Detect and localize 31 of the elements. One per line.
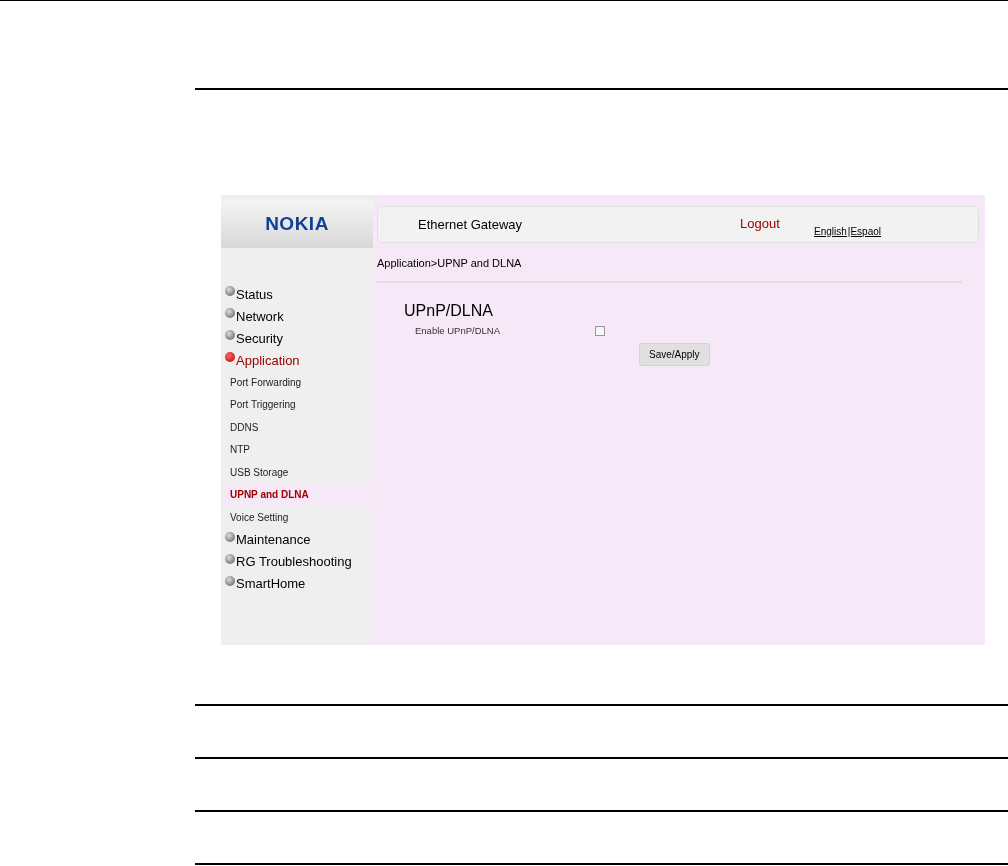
bullet-icon [225, 286, 235, 296]
bullet-icon [225, 553, 235, 564]
bullet-icon [225, 308, 235, 318]
checkbox[interactable] [595, 325, 605, 336]
section-title: UPnP/DLNA [404, 302, 494, 320]
menu-item[interactable]: Network [221, 305, 373, 327]
submenu-item[interactable]: NTP [221, 438, 373, 461]
menu-item[interactable]: SmartHome [221, 572, 373, 595]
product-title: Ethernet Gateway [418, 217, 523, 232]
language-link[interactable]: English [814, 226, 847, 237]
language-link[interactable]: |Espaol [847, 226, 881, 237]
submenu-item[interactable]: Voice Setting [221, 506, 373, 529]
save-apply-button[interactable]: Save/Apply [639, 343, 710, 366]
submenu-item[interactable]: Port Forwarding [221, 371, 373, 394]
bullet-icon [225, 352, 235, 362]
menu-item[interactable]: Security [221, 327, 373, 349]
logout-link[interactable]: Logout [740, 216, 780, 231]
menu-item[interactable]: RG Troubleshooting [221, 550, 373, 573]
logo: NOKIA [265, 213, 329, 235]
breadcrumb: Application>UPNP and DLNA [377, 257, 523, 269]
option-label: Enable UPnP/DLNA [415, 325, 502, 336]
menu-item[interactable]: Maintenance [221, 528, 373, 551]
bullet-icon [225, 531, 235, 542]
submenu-item[interactable]: DDNS [221, 416, 373, 439]
submenu-item[interactable]: USB Storage [221, 461, 373, 484]
bullet-icon [225, 575, 235, 586]
submenu-item[interactable]: UPNP and DLNA [221, 483, 373, 506]
menu-item[interactable]: Application [221, 349, 373, 371]
bullet-icon [225, 330, 235, 340]
menu-item[interactable]: Status [221, 283, 373, 305]
submenu-item[interactable]: Port Triggering [221, 393, 373, 416]
